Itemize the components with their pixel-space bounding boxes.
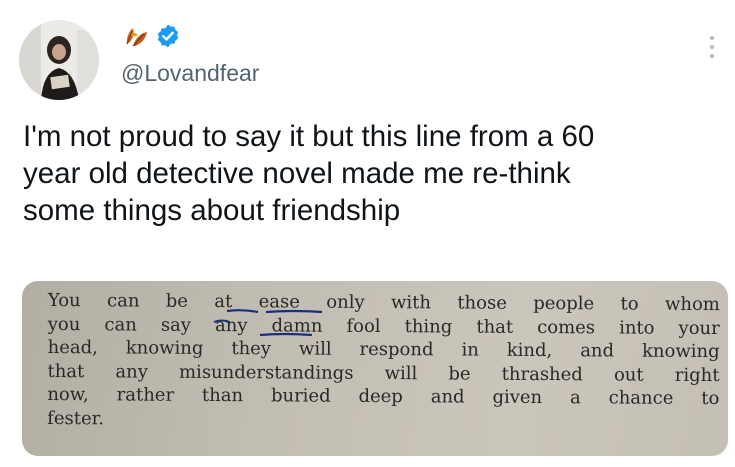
tweet-text-line: I'm not proud to say it but this line fr… (23, 120, 595, 153)
tweet-text-line: year old detective novel made me re-thin… (23, 157, 571, 190)
book-line: head, knowing they will respond in kind,… (47, 336, 720, 363)
more-options-button[interactable] (700, 30, 724, 64)
more-options-dot (710, 54, 714, 58)
book-line: You can be at ease only with those peopl… (47, 289, 720, 316)
user-handle[interactable]: @Lovandfear (121, 59, 259, 87)
tweet-text: I'm not proud to say it but this line fr… (23, 118, 723, 229)
book-page-text: You can be at ease only with those peopl… (47, 289, 720, 434)
tweet-text-line: some things about friendship (23, 194, 401, 227)
verified-badge-icon (157, 24, 179, 48)
more-options-icon (710, 36, 714, 40)
tweet: @Lovandfear I'm not proud to say it but … (0, 0, 735, 467)
more-options-dot (710, 45, 714, 49)
display-name-row[interactable] (121, 22, 181, 50)
book-line: now, rather than buried deep and given a… (47, 383, 720, 410)
tweet-image[interactable]: You can be at ease only with those peopl… (22, 281, 728, 456)
avatar-photo (19, 20, 99, 100)
avatar[interactable] (19, 20, 99, 100)
autumn-leaves-icon (126, 28, 147, 47)
book-line: fester. (47, 407, 105, 429)
